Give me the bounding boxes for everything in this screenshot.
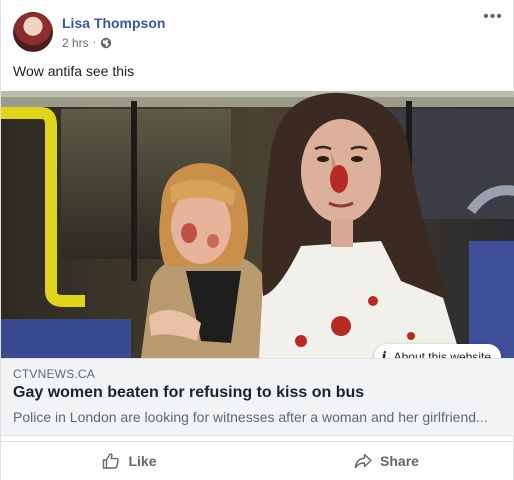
link-domain: CTVNEWS.CA — [13, 367, 96, 381]
post-timestamp[interactable]: 2 hrs — [62, 36, 89, 50]
link-preview-text[interactable]: CTVNEWS.CA Gay women beaten for refusing… — [1, 358, 514, 436]
thumbs-up-icon — [102, 452, 120, 470]
link-preview[interactable]: i About this website CTVNEWS.CA Gay wome… — [1, 91, 514, 436]
post-message: Wow antifa see this — [13, 63, 135, 79]
like-button[interactable]: Like — [1, 442, 258, 479]
meta-separator: · — [92, 37, 97, 48]
more-options-icon[interactable]: ••• — [481, 9, 505, 30]
author-avatar[interactable] — [13, 12, 53, 52]
link-preview-image[interactable] — [1, 91, 514, 358]
link-snippet: Police in London are looking for witness… — [13, 409, 488, 425]
post-actions: Like Share — [1, 441, 514, 479]
globe-icon[interactable] — [100, 37, 112, 49]
share-arrow-icon — [354, 452, 372, 470]
post-card: Lisa Thompson 2 hrs · ••• Wow antifa see… — [0, 0, 514, 480]
post-header: Lisa Thompson 2 hrs · ••• — [1, 0, 514, 60]
post-meta: 2 hrs · — [62, 36, 112, 50]
author-name[interactable]: Lisa Thompson — [62, 15, 165, 31]
share-button[interactable]: Share — [258, 442, 514, 479]
link-headline[interactable]: Gay women beaten for refusing to kiss on… — [13, 384, 364, 402]
share-label: Share — [380, 452, 419, 469]
like-label: Like — [128, 452, 157, 469]
